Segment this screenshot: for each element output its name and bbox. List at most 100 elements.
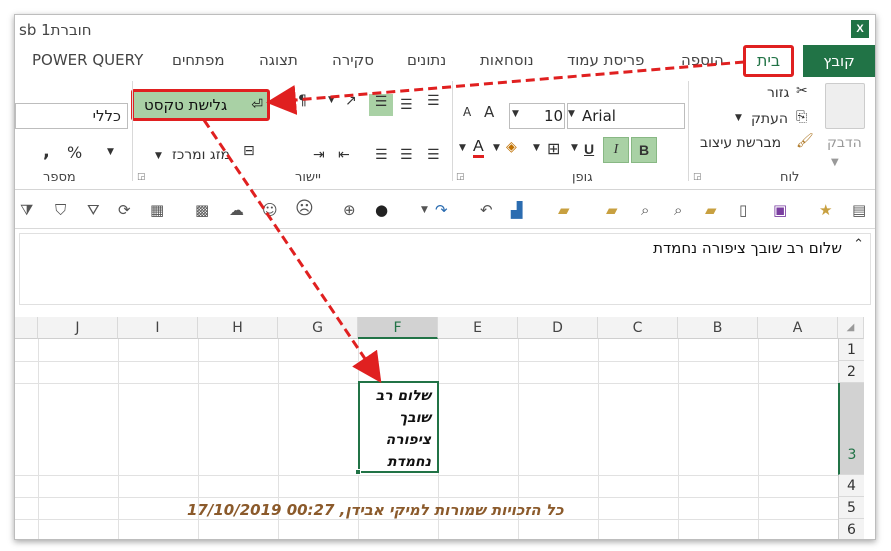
tab-developer[interactable]: מפתחים (172, 51, 225, 69)
print-preview-icon[interactable]: ⌕ (641, 201, 649, 219)
column-header-a[interactable]: A (758, 317, 838, 339)
merge-center-button[interactable]: מזג ומרכז (172, 147, 230, 163)
row-header-1[interactable]: 1 (838, 339, 864, 361)
tab-power-query[interactable]: POWER QUERY (32, 51, 143, 69)
copy-button[interactable]: העתק (751, 111, 788, 127)
eight-ball-icon[interactable]: ● (375, 201, 388, 219)
undo-icon[interactable]: ↶ (480, 201, 493, 219)
tab-page-layout[interactable]: פריסת עמוד (567, 51, 644, 69)
folder-open-icon[interactable]: ▰ (606, 201, 618, 219)
wrap-text-button[interactable]: גלישת טקסט ⏎ (131, 89, 270, 121)
decrease-indent-icon[interactable]: ⇤ (338, 147, 350, 163)
align-bottom-icon[interactable]: ☰ (369, 94, 393, 116)
italic-button[interactable]: I (603, 137, 629, 163)
select-all-corner[interactable]: ◢ (838, 317, 864, 339)
fill-color-dropdown-icon[interactable]: ▼ (493, 143, 500, 153)
sad-face-icon[interactable]: ☹ (295, 198, 314, 219)
cloud-icon[interactable]: ☁ (229, 201, 244, 219)
row-header-4[interactable]: 4 (838, 475, 864, 497)
column-header-j[interactable]: J (38, 317, 118, 339)
collapse-formula-bar-icon[interactable]: ⌃ (853, 237, 864, 252)
column-header-e[interactable]: E (438, 317, 518, 339)
underline-dropdown-icon[interactable]: ▼ (571, 143, 578, 153)
font-name-dropdown-icon[interactable]: ▼ (568, 109, 575, 119)
borders-dropdown-icon[interactable]: ▼ (533, 143, 540, 153)
fill-color-icon[interactable]: ◈ (506, 139, 517, 155)
column-header-g[interactable]: G (278, 317, 358, 339)
column-header-b[interactable]: B (678, 317, 758, 339)
paste-button[interactable]: הדבק (827, 135, 862, 151)
fill-handle[interactable] (355, 469, 361, 475)
orientation-dropdown-icon[interactable]: ▼ (328, 95, 335, 105)
tab-file[interactable]: קובץ (803, 45, 875, 77)
row-header-2[interactable]: 2 (838, 361, 864, 383)
chart-icon[interactable]: ▟ (511, 201, 523, 219)
filter-edit-icon[interactable]: ⛉ (55, 201, 66, 219)
tab-home[interactable]: בית (743, 45, 794, 77)
formula-bar[interactable]: ⌃ שלום רב שובך ציפורה נחמדת (19, 233, 871, 305)
increase-indent-icon[interactable]: ⇥ (313, 147, 325, 163)
column-header-partial (15, 317, 38, 339)
rtl-direction-icon[interactable]: ¶ (298, 93, 307, 109)
paste-dropdown-icon[interactable]: ▼ (831, 157, 839, 168)
tab-view[interactable]: תצוגה (259, 51, 298, 69)
filter-icon[interactable]: ⛛ (87, 201, 100, 219)
cell-f3[interactable]: שלום רב שובך ציפורה נחמדת (358, 381, 439, 473)
tab-data[interactable]: נתונים (407, 51, 446, 69)
font-color-icon[interactable]: A (473, 139, 484, 158)
row-header-5[interactable]: 5 (838, 497, 864, 519)
align-middle-icon[interactable]: ☰ (400, 97, 413, 113)
underline-button[interactable]: U (584, 141, 594, 157)
open-folder-icon[interactable]: ▰ (705, 201, 717, 219)
checker-icon[interactable]: ▩ (195, 201, 209, 219)
currency-dropdown-icon[interactable]: ▼ (107, 147, 114, 157)
borders-icon[interactable]: ⊞ (547, 139, 560, 158)
format-painter-button[interactable]: מברשת עיצוב (700, 135, 781, 151)
refresh-icon[interactable]: ⟳ (118, 201, 131, 219)
grid-icon[interactable]: ▦ (150, 201, 164, 219)
shrink-font-icon[interactable]: A (463, 105, 471, 119)
new-file-icon[interactable]: ▯ (739, 201, 747, 219)
align-right-icon[interactable]: ☰ (375, 147, 388, 163)
percent-button[interactable]: % (67, 143, 82, 162)
cut-button[interactable]: גזור (767, 85, 789, 101)
row-header-6[interactable]: 6 (838, 519, 864, 539)
align-center-icon[interactable]: ☰ (400, 147, 413, 163)
font-name-select[interactable]: Arial (567, 103, 685, 129)
column-header-d[interactable]: D (518, 317, 598, 339)
paste-icon[interactable] (825, 83, 865, 129)
alignment-launcher-icon[interactable]: ◲ (137, 172, 146, 182)
align-left-icon[interactable]: ☰ (427, 147, 440, 163)
column-header-i[interactable]: I (118, 317, 198, 339)
clipboard-launcher-icon[interactable]: ◲ (693, 172, 702, 182)
row-header-3[interactable]: 3 (838, 383, 864, 475)
copy-dropdown-icon[interactable]: ▼ (735, 113, 742, 123)
star-icon[interactable]: ★ (819, 201, 832, 219)
redo-dropdown-icon[interactable]: ▼ (421, 205, 428, 215)
clear-filter-icon[interactable]: ⧩ (20, 201, 33, 219)
tab-review[interactable]: סקירה (332, 51, 374, 69)
merge-center-icon[interactable]: ⊟ (243, 143, 255, 159)
find-icon[interactable]: ⌕ (674, 201, 682, 219)
column-header-h[interactable]: H (198, 317, 278, 339)
happy-face-icon[interactable]: ☺ (262, 201, 278, 219)
tab-insert[interactable]: הוספה (681, 51, 724, 69)
number-format-select[interactable]: כללי (15, 103, 128, 129)
redo-icon[interactable]: ↷ (435, 201, 448, 219)
align-top-icon[interactable]: ☰ (427, 93, 440, 109)
bold-button[interactable]: B (631, 137, 657, 163)
font-launcher-icon[interactable]: ◲ (456, 172, 465, 182)
comma-button[interactable]: , (43, 141, 50, 162)
font-color-dropdown-icon[interactable]: ▼ (459, 143, 466, 153)
folder-arrow-icon[interactable]: ▰ (558, 201, 570, 219)
save-icon[interactable]: ▣ (773, 201, 787, 219)
grow-font-icon[interactable]: A (484, 103, 494, 121)
form-icon[interactable]: ▤ (852, 201, 866, 219)
merge-center-dropdown-icon[interactable]: ▼ (155, 151, 162, 161)
orientation-icon[interactable]: ↗ (345, 93, 357, 109)
font-size-dropdown-icon[interactable]: ▼ (512, 109, 519, 119)
zoom-icon[interactable]: ⊕ (343, 201, 356, 219)
tab-formulas[interactable]: נוסחאות (480, 51, 534, 69)
column-header-c[interactable]: C (598, 317, 678, 339)
column-header-f[interactable]: F (358, 317, 438, 339)
